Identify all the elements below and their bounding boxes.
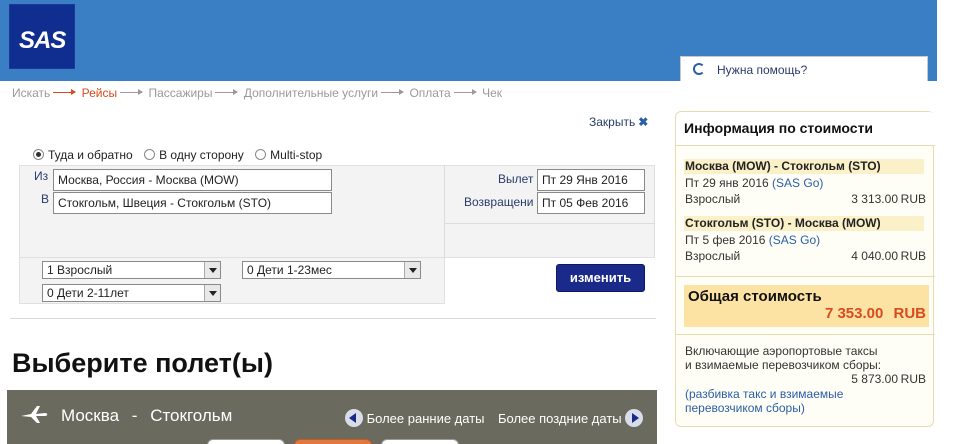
earlier-dates-button[interactable]: Более ранние даты bbox=[345, 409, 485, 427]
site-header: SAS Нужна помощь? bbox=[0, 0, 937, 81]
segment-date-line: Пт 5 фев 2016 (SAS Go) bbox=[685, 233, 820, 247]
route-dash: - bbox=[131, 406, 138, 425]
section-divider bbox=[10, 318, 656, 319]
close-search-link[interactable]: Закрыть ✖ bbox=[589, 115, 648, 129]
infants-value: 0 Дети 1-23мес bbox=[247, 263, 332, 277]
form-divider bbox=[445, 223, 655, 224]
children-value: 0 Дети 2-11лет bbox=[47, 286, 129, 300]
help-label: Нужна помощь? bbox=[717, 63, 808, 77]
panel-divider bbox=[676, 276, 935, 277]
segment-date: Пт 5 фев 2016 bbox=[685, 233, 766, 247]
taxes-line-2: и взимаемые перевозчиком сборы: bbox=[685, 358, 882, 372]
to-label: В bbox=[41, 192, 50, 206]
radio-multi-stop[interactable]: Multi-stop bbox=[255, 148, 322, 162]
total-value-line: 7 353.00 RUB bbox=[825, 305, 926, 322]
search-form: Из Москва, Россия - Москва (MOW) В Стокг… bbox=[19, 165, 655, 259]
panel-divider bbox=[676, 334, 935, 335]
radio-dot bbox=[33, 149, 44, 160]
trip-type-group: Туда и обратно В одну сторону Multi-stop bbox=[33, 148, 330, 162]
segment-route: Стокгольм (STO) - Москва (MOW) bbox=[684, 216, 924, 231]
segment-date-line: Пт 29 янв 2016 (SAS Go) bbox=[685, 176, 823, 190]
radio-dot bbox=[255, 149, 267, 160]
total-currency: RUB bbox=[893, 305, 927, 322]
radio-round-trip[interactable]: Туда и обратно bbox=[33, 148, 133, 162]
step-passengers: Пассажиры bbox=[148, 86, 213, 100]
step-arrow-icon bbox=[120, 89, 144, 96]
route-header-bar: Москва - Стокгольм Более ранние даты Бол… bbox=[7, 390, 657, 444]
booking-steps: Искать Рейсы Пассажиры Дополнительные ус… bbox=[12, 86, 502, 100]
segment-currency: RUB bbox=[900, 249, 926, 263]
from-label: Из bbox=[34, 169, 49, 183]
total-value: 7 353.00 bbox=[824, 305, 884, 322]
children-select[interactable]: 0 Дети 2-11лет bbox=[42, 284, 221, 302]
segment-pax: Взрослый bbox=[685, 249, 741, 263]
close-icon: ✖ bbox=[638, 115, 649, 129]
fare-link[interactable]: (SAS Go) bbox=[772, 176, 823, 190]
total-price-box: Общая стоимость 7 353.00 RUB bbox=[684, 285, 929, 327]
from-input[interactable]: Москва, Россия - Москва (MOW) bbox=[53, 169, 332, 191]
date-tab[interactable] bbox=[381, 439, 459, 444]
segment-date: Пт 29 янв 2016 bbox=[685, 176, 769, 190]
taxes-amount: 5 873.00 bbox=[851, 372, 898, 386]
step-extras: Дополнительные услуги bbox=[243, 86, 379, 100]
radio-label: В одну сторону bbox=[159, 148, 244, 162]
help-button[interactable]: Нужна помощь? bbox=[680, 56, 928, 81]
return-date-input[interactable]: Пт 05 Фев 2016 bbox=[537, 192, 645, 214]
radio-label: Туда и обратно bbox=[48, 148, 133, 162]
price-info-panel: Информация по стоимости Москва (MOW) - С… bbox=[675, 111, 935, 427]
chevron-down-icon bbox=[204, 285, 220, 301]
passenger-selectors: 1 Взрослый 0 Дети 1-23мес 0 Дети 2-11лет bbox=[19, 258, 445, 304]
help-icon bbox=[693, 63, 705, 75]
segment-route: Москва (MOW) - Стокгольм (STO) bbox=[684, 159, 924, 174]
route-title: Москва - Стокгольм bbox=[61, 406, 232, 426]
return-label: Возвращени bbox=[464, 195, 534, 209]
price-info-title: Информация по стоимости bbox=[676, 112, 935, 146]
arrow-left-icon bbox=[345, 409, 363, 427]
step-arrow-icon bbox=[53, 89, 77, 96]
radio-label: Multi-stop bbox=[270, 148, 323, 162]
route-to: Стокгольм bbox=[150, 406, 233, 425]
infants-select[interactable]: 0 Дети 1-23мес bbox=[242, 261, 421, 279]
date-tab-selected[interactable] bbox=[294, 439, 372, 444]
close-label: Закрыть bbox=[589, 115, 636, 129]
radio-one-way[interactable]: В одну сторону bbox=[144, 148, 244, 162]
segment-currency: RUB bbox=[900, 192, 926, 206]
to-input[interactable]: Стокгольм, Швеция - Стокгольм (STO) bbox=[53, 192, 332, 214]
segment-amount: 3 313.00 bbox=[851, 192, 898, 206]
tax-breakdown-link[interactable]: (разбивка такс и взимаемые bbox=[685, 387, 843, 401]
step-flights: Рейсы bbox=[81, 86, 118, 100]
chevron-down-icon bbox=[204, 262, 220, 278]
step-arrow-icon bbox=[215, 89, 239, 96]
segment-pax: Взрослый bbox=[685, 192, 741, 206]
radio-dot bbox=[144, 149, 156, 160]
later-dates-label: Более поздние даты bbox=[498, 411, 622, 426]
fare-link[interactable]: (SAS Go) bbox=[769, 233, 820, 247]
page-title: Выберите полет(ы) bbox=[12, 348, 273, 378]
earlier-dates-label: Более ранние даты bbox=[366, 411, 485, 426]
step-search[interactable]: Искать bbox=[12, 86, 50, 100]
chevron-down-icon bbox=[404, 262, 420, 278]
airplane-icon bbox=[21, 406, 48, 423]
taxes-currency: RUB bbox=[900, 372, 926, 386]
depart-date-input[interactable]: Пт 29 Янв 2016 bbox=[537, 169, 645, 191]
step-arrow-icon bbox=[381, 89, 405, 96]
step-receipt: Чек bbox=[482, 86, 502, 100]
taxes-line-1: Включающие аэропортовые таксы bbox=[685, 344, 878, 358]
later-dates-button[interactable]: Более поздние даты bbox=[498, 409, 644, 427]
adults-value: 1 Взрослый bbox=[47, 263, 113, 277]
adults-select[interactable]: 1 Взрослый bbox=[42, 261, 221, 279]
segment-amount: 4 040.00 bbox=[851, 249, 898, 263]
logo-text: SAS bbox=[19, 27, 66, 54]
depart-label: Вылет bbox=[498, 172, 534, 186]
sas-logo[interactable]: SAS bbox=[9, 4, 75, 69]
total-label: Общая стоимость bbox=[688, 288, 822, 305]
form-divider bbox=[444, 166, 445, 259]
date-tab[interactable] bbox=[207, 439, 285, 444]
change-search-button[interactable]: изменить bbox=[556, 264, 645, 292]
tax-breakdown-link-line-2[interactable]: перевозчиком сборы) bbox=[685, 401, 805, 415]
route-from: Москва bbox=[61, 406, 120, 425]
arrow-right-icon bbox=[625, 409, 644, 427]
step-arrow-icon bbox=[453, 89, 477, 96]
step-payment: Оплата bbox=[409, 86, 451, 100]
